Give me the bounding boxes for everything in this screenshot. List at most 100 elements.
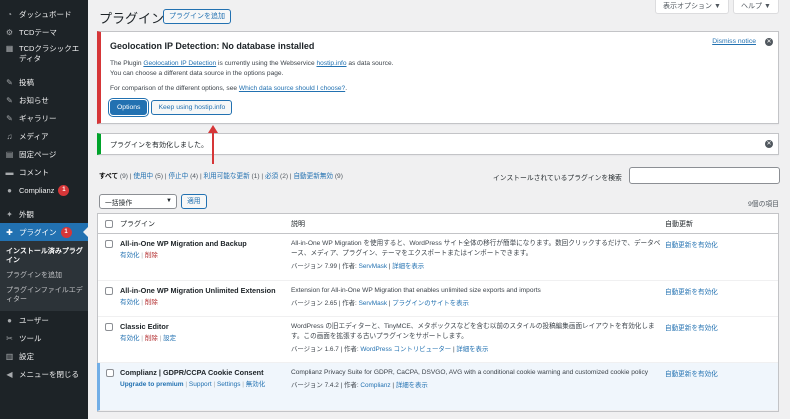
sidebar-item-label: メディア bbox=[19, 131, 49, 141]
author-link[interactable]: WordPress コントリビューター bbox=[360, 346, 451, 353]
plugin-meta: バージョン 7.99 | 作者: ServMask | 詳細を表示 bbox=[291, 263, 425, 270]
delete-link[interactable]: 削除 bbox=[145, 335, 158, 342]
sidebar-item-tools[interactable]: ✂ ツール bbox=[0, 329, 88, 347]
settings-link[interactable]: Settings bbox=[217, 381, 241, 388]
plugin-version: バージョン 7.4.2 bbox=[291, 382, 339, 389]
deactivate-link[interactable]: 無効化 bbox=[246, 381, 266, 388]
row-checkbox[interactable] bbox=[105, 240, 113, 248]
submenu-installed-plugins[interactable]: インストール済みプラグイン bbox=[0, 244, 88, 268]
sidebar-item-news[interactable]: ✎ お知らせ bbox=[0, 91, 88, 109]
row-checkbox[interactable] bbox=[105, 287, 113, 295]
sidebar-item-label: ユーザー bbox=[19, 315, 49, 325]
select-all-cell bbox=[98, 219, 120, 228]
sidebar-item-label: コメント bbox=[19, 167, 49, 177]
sidebar-item-plugins[interactable]: ✚ プラグイン 1 bbox=[0, 223, 88, 241]
author-link[interactable]: ServMask bbox=[359, 300, 387, 307]
support-link[interactable]: Support bbox=[189, 381, 212, 388]
admin-sidebar: ◔ ダッシュボード ⚙ TCDテーマ ▦ TCDクラシックエディタ ✎ 投稿 ✎ お知らせ… bbox=[0, 0, 88, 419]
table-header: プラグイン 説明 自動更新 bbox=[98, 214, 778, 234]
sidebar-item-complianz[interactable]: ● Complianz 1 bbox=[0, 181, 88, 199]
tcd-icon: ⚙ bbox=[5, 27, 14, 37]
enable-auto-update-link[interactable]: 自動更新を有効化 bbox=[665, 325, 718, 332]
sidebar-item-appearance[interactable]: ✦ 外観 bbox=[0, 205, 88, 223]
keep-using-hostip-button[interactable]: Keep using hostip.info bbox=[151, 100, 233, 115]
author-link[interactable]: Complianz bbox=[360, 382, 390, 389]
submenu-plugin-file-editor[interactable]: プラグインファイルエディター bbox=[0, 283, 88, 307]
table-row: All-in-One WP Migration and Backup 有効化 |… bbox=[98, 234, 778, 281]
sidebar-item-settings[interactable]: ▥ 設定 bbox=[0, 347, 88, 365]
close-icon[interactable]: ✕ bbox=[765, 38, 773, 46]
table-row: Classic Editor 有効化 | 削除 | 設定 WordPress の… bbox=[98, 317, 778, 363]
sidebar-item-label: TCDクラシックエディタ bbox=[19, 44, 80, 63]
enable-auto-update-link[interactable]: 自動更新を有効化 bbox=[665, 242, 718, 249]
delete-link[interactable]: 削除 bbox=[145, 252, 158, 259]
row-checkbox[interactable] bbox=[105, 323, 113, 331]
filter-update-available[interactable]: 利用可能な更新 bbox=[204, 173, 250, 180]
enable-auto-update-link[interactable]: 自動更新を有効化 bbox=[665, 371, 718, 378]
settings-icon: ▥ bbox=[5, 351, 14, 361]
text: . bbox=[345, 85, 348, 92]
enable-auto-update-link[interactable]: 自動更新を有効化 bbox=[665, 289, 718, 296]
delete-link[interactable]: 削除 bbox=[145, 299, 158, 306]
plugin-description-cell: All-in-One WP Migration を使用すると、WordPress… bbox=[291, 234, 665, 280]
notice-line-3: For comparison of the different options,… bbox=[110, 84, 769, 94]
author-link[interactable]: ServMask bbox=[359, 263, 387, 270]
filter-count: (1) bbox=[251, 173, 260, 180]
sidebar-item-users[interactable]: ● ユーザー bbox=[0, 311, 88, 329]
filter-auto-update-disabled[interactable]: 自動更新無効 bbox=[293, 173, 333, 180]
plugin-name-cell: All-in-One WP Migration Unlimited Extens… bbox=[120, 281, 291, 316]
plugin-name: Classic Editor bbox=[120, 322, 169, 331]
sidebar-collapse-menu[interactable]: ◀ メニューを閉じる bbox=[0, 365, 88, 383]
options-button[interactable]: Options bbox=[110, 100, 148, 115]
geolocation-plugin-link[interactable]: Geolocation IP Detection bbox=[143, 60, 216, 67]
help-button[interactable]: ヘルプ ▼ bbox=[733, 0, 779, 14]
sidebar-item-tcd-theme[interactable]: ⚙ TCDテーマ bbox=[0, 23, 88, 41]
dismiss-notice-link[interactable]: Dismiss notice bbox=[712, 38, 756, 45]
details-link[interactable]: 詳細を表示 bbox=[392, 263, 424, 270]
screen-options-button[interactable]: 表示オプション ▼ bbox=[655, 0, 729, 14]
comment-icon: ▬ bbox=[5, 167, 14, 177]
pin-icon: ✎ bbox=[6, 113, 13, 123]
sidebar-item-media[interactable]: ♫ メディア bbox=[0, 127, 88, 145]
submenu-add-plugin[interactable]: プラグインを追加 bbox=[0, 268, 88, 283]
row-select-cell bbox=[100, 363, 120, 410]
details-link[interactable]: 詳細を表示 bbox=[396, 382, 428, 389]
filter-all[interactable]: すべて bbox=[99, 173, 118, 180]
row-actions: 有効化 | 削除 | 設定 bbox=[120, 335, 177, 342]
activate-link[interactable]: 有効化 bbox=[120, 252, 140, 259]
activate-link[interactable]: 有効化 bbox=[120, 299, 140, 306]
upgrade-premium-link[interactable]: Upgrade to premium bbox=[120, 381, 184, 388]
close-icon[interactable]: ✕ bbox=[765, 140, 773, 148]
pin-icon: ✎ bbox=[6, 77, 13, 87]
filter-active[interactable]: 使用中 bbox=[133, 173, 153, 180]
select-all-checkbox[interactable] bbox=[105, 219, 113, 228]
filter-must-use[interactable]: 必須 bbox=[265, 173, 278, 180]
hostip-link[interactable]: hostip.info bbox=[316, 60, 346, 67]
plugin-activated-notice: プラグインを有効化しました。 ✕ bbox=[97, 133, 779, 155]
settings-link[interactable]: 設定 bbox=[163, 335, 176, 342]
add-plugin-button[interactable]: プラグインを追加 bbox=[163, 9, 231, 24]
collapse-icon: ◀ bbox=[6, 369, 13, 379]
filter-inactive[interactable]: 停止中 bbox=[168, 173, 188, 180]
apply-button[interactable]: 適用 bbox=[181, 194, 207, 209]
sidebar-item-comments[interactable]: ▬ コメント bbox=[0, 163, 88, 181]
sidebar-item-pages[interactable]: ▤ 固定ページ bbox=[0, 145, 88, 163]
details-link[interactable]: 詳細を表示 bbox=[456, 346, 488, 353]
notice-title: Geolocation IP Detection: No database in… bbox=[110, 41, 315, 51]
filter-count: (9) bbox=[119, 173, 128, 180]
sidebar-item-posts[interactable]: ✎ 投稿 bbox=[0, 73, 88, 91]
bulk-action-select[interactable]: 一括操作 ▼ bbox=[99, 194, 177, 209]
notice-line-2: You can choose a different data source i… bbox=[110, 70, 284, 77]
sidebar-item-gallery[interactable]: ✎ ギャラリー bbox=[0, 109, 88, 127]
row-checkbox[interactable] bbox=[106, 369, 114, 377]
sidebar-item-tcd-classic-editor[interactable]: ▦ TCDクラシックエディタ bbox=[0, 41, 88, 67]
update-count-badge: 1 bbox=[60, 226, 72, 238]
which-data-source-link[interactable]: Which data source should I choose? bbox=[239, 85, 345, 92]
sidebar-item-dashboard[interactable]: ◔ ダッシュボード bbox=[0, 5, 88, 23]
text: For comparison of the different options,… bbox=[110, 85, 239, 92]
plugin-site-link[interactable]: プラグインのサイトを表示 bbox=[392, 300, 469, 307]
plugin-meta: バージョン 1.6.7 | 作者: WordPress コントリビューター | … bbox=[291, 346, 489, 353]
activate-link[interactable]: 有効化 bbox=[120, 335, 140, 342]
search-plugins-input[interactable] bbox=[629, 167, 780, 184]
sidebar-item-label: 投稿 bbox=[19, 77, 34, 87]
